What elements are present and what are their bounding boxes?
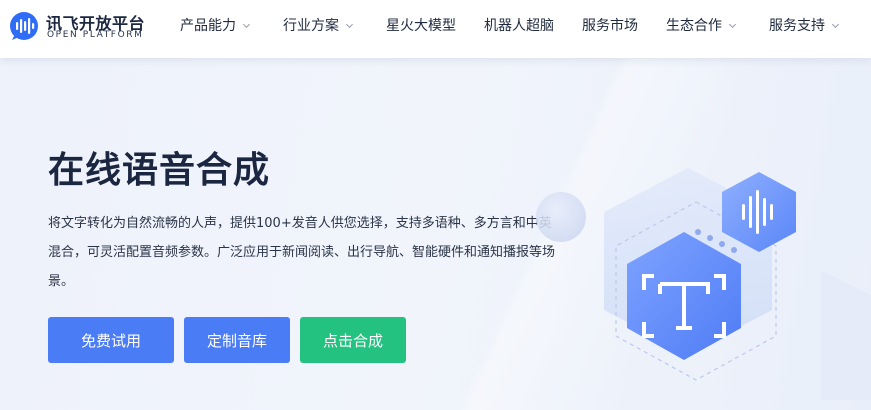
free-trial-button[interactable]: 免费试用	[48, 317, 174, 363]
decor-dot	[731, 247, 737, 253]
nav-item-label: 服务支持	[769, 18, 825, 34]
nav-item-ecosystem[interactable]: 生态合作	[666, 15, 737, 35]
nav-item-robot-brain[interactable]: 机器人超脑	[484, 15, 554, 35]
nav-item-label: 服务市场	[582, 18, 638, 34]
page-title: 在线语音合成	[48, 150, 271, 191]
nav-item-label: 行业方案	[283, 18, 339, 34]
nav-item-service-market[interactable]: 服务市场	[582, 15, 638, 35]
decor-dot	[695, 229, 701, 235]
chevron-down-icon	[345, 23, 354, 28]
nav-item-support[interactable]: 服务支持	[769, 15, 840, 35]
tts-illustration	[604, 168, 871, 400]
chevron-down-icon	[728, 23, 737, 28]
nav-item-label: 生态合作	[666, 18, 722, 34]
nav-item-spark-model[interactable]: 星火大模型	[386, 15, 456, 35]
hero-description: 将文字转化为自然流畅的人声，提供100+发音人供您选择，支持多语种、多方言和中英…	[48, 216, 556, 289]
chevron-down-icon	[242, 23, 251, 28]
nav-item-solutions[interactable]: 行业方案	[283, 15, 354, 35]
click-synthesize-button[interactable]: 点击合成	[300, 317, 406, 363]
nav-item-label: 产品能力	[180, 18, 236, 34]
decor-dot	[707, 235, 713, 241]
decorative-circle	[536, 192, 586, 242]
brand-name-en: OPEN PLATFORM	[47, 30, 144, 40]
nav-item-label: 星火大模型	[386, 18, 456, 34]
chevron-down-icon	[831, 23, 840, 28]
custom-voice-library-button[interactable]: 定制音库	[184, 317, 290, 363]
decor-dot	[719, 241, 725, 247]
decor-panel	[821, 270, 871, 400]
top-nav-bar: 讯飞开放平台 OPEN PLATFORM 产品能力 行业方案 星火大模型 机器人…	[0, 0, 871, 58]
nav-item-products[interactable]: 产品能力	[180, 15, 251, 35]
brand-logo[interactable]: 讯飞开放平台 OPEN PLATFORM	[8, 9, 158, 43]
nav-item-label: 机器人超脑	[484, 18, 554, 34]
audio-wave-cloud-icon	[10, 12, 38, 40]
